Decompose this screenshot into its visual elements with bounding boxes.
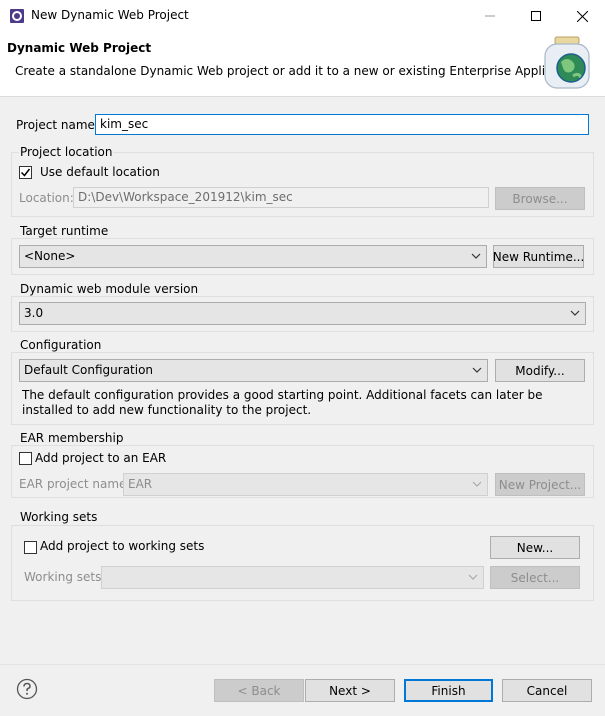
finish-button[interactable]: Finish	[404, 679, 493, 702]
footer-separator	[0, 664, 605, 665]
help-icon[interactable]	[16, 678, 38, 700]
project-name-input[interactable]: kim_sec	[95, 114, 589, 135]
working-sets-select[interactable]	[101, 566, 484, 589]
chevron-down-icon	[570, 310, 580, 316]
window-title: New Dynamic Web Project	[31, 8, 189, 22]
new-project-button[interactable]: New Project...	[495, 473, 585, 496]
add-to-working-sets-checkbox[interactable]	[24, 541, 37, 554]
ear-project-value: EAR	[128, 477, 153, 491]
working-sets-label: Working sets:	[24, 570, 106, 584]
location-label: Location:	[19, 191, 74, 205]
target-runtime-value: <None>	[24, 249, 76, 263]
back-button[interactable]: < Back	[214, 679, 304, 702]
configuration-select[interactable]: Default Configuration	[19, 359, 488, 382]
chevron-down-icon	[472, 367, 482, 373]
close-button[interactable]	[559, 0, 605, 32]
add-to-ear-checkbox[interactable]	[19, 452, 32, 465]
next-button[interactable]: Next >	[305, 679, 395, 702]
working-sets-title: Working sets	[19, 510, 99, 524]
banner-description: Create a standalone Dynamic Web project …	[15, 64, 586, 78]
target-runtime-select[interactable]: <None>	[19, 245, 487, 268]
project-name-label: Project name:	[16, 118, 99, 132]
use-default-location-checkbox[interactable]	[19, 166, 32, 179]
chevron-down-icon	[472, 481, 482, 487]
configuration-title: Configuration	[19, 338, 103, 352]
ear-project-name-label: EAR project name:	[19, 477, 131, 491]
target-runtime-title: Target runtime	[19, 224, 110, 238]
module-version-value: 3.0	[24, 306, 44, 320]
chevron-down-icon	[471, 253, 481, 259]
configuration-value: Default Configuration	[24, 363, 154, 377]
maximize-icon	[531, 11, 541, 21]
new-working-set-button[interactable]: New...	[490, 536, 580, 559]
module-version-title: Dynamic web module version	[19, 282, 200, 296]
cancel-button[interactable]: Cancel	[502, 679, 592, 702]
eclipse-app-icon	[10, 9, 24, 23]
maximize-button[interactable]	[513, 0, 559, 32]
ear-project-select[interactable]: EAR	[123, 473, 488, 496]
close-icon	[576, 10, 588, 22]
add-to-ear-label[interactable]: Add project to an EAR	[35, 451, 166, 465]
add-to-working-sets-label[interactable]: Add project to working sets	[40, 539, 204, 553]
ear-membership-title: EAR membership	[19, 431, 125, 445]
minimize-icon	[485, 15, 495, 17]
browse-button[interactable]: Browse...	[495, 187, 585, 210]
configuration-description: The default configuration provides a goo…	[22, 388, 543, 417]
use-default-location-label[interactable]: Use default location	[40, 165, 160, 179]
location-input[interactable]: D:\Dev\Workspace_201912\kim_sec	[73, 187, 489, 208]
globe-jar-icon	[544, 36, 590, 89]
select-working-sets-button[interactable]: Select...	[490, 566, 580, 589]
new-runtime-button[interactable]: New Runtime...	[493, 245, 584, 268]
banner-title: Dynamic Web Project	[7, 41, 152, 55]
modify-button[interactable]: Modify...	[495, 359, 585, 382]
chevron-down-icon	[468, 574, 478, 580]
project-location-title: Project location	[19, 145, 114, 159]
minimize-button[interactable]	[467, 0, 513, 32]
module-version-select[interactable]: 3.0	[19, 302, 586, 325]
